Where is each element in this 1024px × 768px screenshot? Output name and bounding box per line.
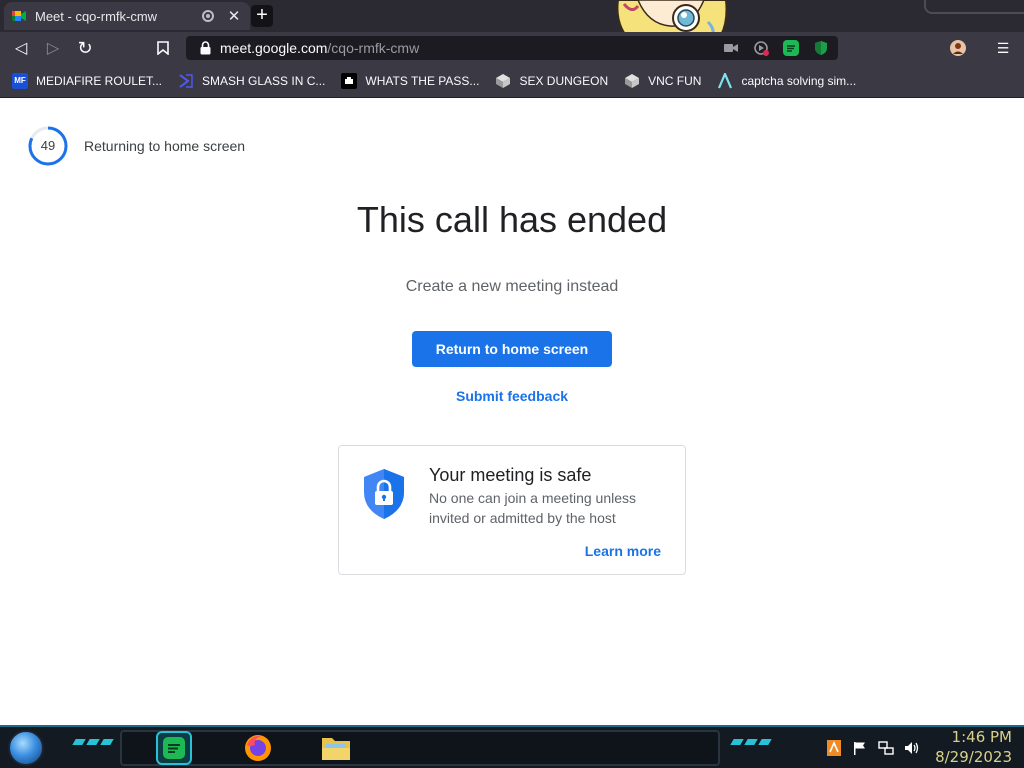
google-meet-favicon-icon [12, 9, 26, 23]
submit-feedback-link[interactable]: Submit feedback [412, 388, 612, 404]
bookmark-label: VNC FUN [648, 73, 702, 88]
reload-icon[interactable]: ↻ [72, 35, 98, 61]
taskbar-spotify[interactable] [156, 731, 192, 765]
mediafire-icon: MF [12, 72, 28, 89]
system-tray [826, 740, 920, 756]
shield-extension-icon[interactable] [812, 39, 830, 57]
safety-info-card: Your meeting is safe No one can join a m… [338, 445, 686, 575]
bookmark-label: WHATS THE PASS... [365, 73, 480, 88]
vnc-icon [495, 73, 511, 89]
taskbar-app-area [120, 730, 720, 766]
bookmarks-toolbar: MF MEDIAFIRE ROULET... SMASH GLASS IN C.… [0, 64, 1024, 98]
system-clock[interactable]: 1:46 PM 8/29/2023 [935, 727, 1012, 767]
taskbar-decoration [72, 739, 114, 747]
pass-icon [341, 72, 358, 89]
bookmark-label: SMASH GLASS IN C... [202, 73, 326, 88]
app-menu-icon[interactable]: ☰ [990, 35, 1016, 61]
new-tab-button[interactable]: + [251, 5, 273, 27]
folder-icon [322, 738, 350, 760]
bookmark-icon[interactable] [150, 35, 176, 61]
browser-nav-bar: ◁ ▷ ↻ meet.google.com/cqo-rmfk-cmw ☰ [0, 32, 1024, 64]
screen-share-icon[interactable] [752, 39, 770, 57]
learn-more-link[interactable]: Learn more [585, 543, 661, 559]
browser-tab-meet[interactable]: Meet - cqo-rmfk-cmw ✕ [4, 2, 250, 30]
page-title: This call has ended [356, 199, 668, 240]
bookmark-item[interactable]: MF MEDIAFIRE ROULET... [12, 72, 163, 89]
back-arrow-icon[interactable]: ◁ [8, 35, 34, 61]
taskbar-file-explorer[interactable] [318, 731, 354, 765]
bookmark-label: captcha solving sim... [741, 73, 857, 88]
countdown-ring: 49 [28, 126, 68, 166]
bookmark-item[interactable]: VNC FUN [624, 73, 701, 89]
url-path: /cqo-rmfk-cmw [327, 40, 420, 56]
clock-time: 1:46 PM [951, 728, 1012, 746]
security-shield-icon [364, 469, 404, 519]
captcha-icon [717, 72, 733, 89]
return-home-button[interactable]: Return to home screen [412, 331, 612, 367]
bookmark-label: MEDIAFIRE ROULET... [36, 73, 163, 88]
browser-tab-strip: Meet - cqo-rmfk-cmw ✕ + [0, 0, 1024, 62]
profile-avatar[interactable] [945, 35, 971, 61]
meet-page: 49 Returning to home screen This call ha… [0, 99, 1024, 725]
network-icon[interactable] [878, 740, 894, 756]
lock-icon[interactable] [200, 41, 211, 55]
tab-media-indicator-icon[interactable] [202, 10, 214, 22]
tab-close-icon[interactable]: ✕ [226, 7, 242, 25]
taskbar-firefox[interactable] [240, 731, 276, 765]
os-taskbar: 1:46 PM 8/29/2023 [0, 725, 1024, 768]
safety-card-body: No one can join a meeting unless invited… [429, 490, 637, 526]
url-host: meet.google.com [220, 40, 328, 56]
bookmark-item[interactable]: SMASH GLASS IN C... [178, 73, 325, 89]
bookmark-item[interactable]: WHATS THE PASS... [341, 72, 480, 89]
bookmark-label: SEX DUNGEON [519, 73, 609, 88]
flag-icon[interactable] [852, 740, 868, 756]
camera-permission-icon[interactable] [722, 39, 740, 57]
spotify-extension-icon[interactable] [782, 39, 800, 57]
smash-icon [178, 73, 194, 89]
page-subtitle: Create a new meeting instead [405, 278, 619, 295]
forward-arrow-icon[interactable]: ▷ [40, 35, 66, 61]
bookmark-item[interactable]: captcha solving sim... [717, 72, 857, 89]
countdown-value: 49 [40, 138, 56, 153]
clock-date: 8/29/2023 [935, 748, 1012, 766]
firefox-icon [245, 735, 271, 761]
taskbar-decoration [730, 739, 772, 747]
safety-card-title: Your meeting is safe [429, 465, 592, 485]
tray-app-icon[interactable] [826, 740, 842, 756]
bookmark-item[interactable]: SEX DUNGEON [495, 73, 608, 89]
titlebar-decoration [924, 0, 1024, 14]
tab-title: Meet - cqo-rmfk-cmw [35, 8, 158, 24]
vnc-icon [624, 73, 640, 89]
spotify-icon [163, 737, 185, 759]
volume-icon[interactable] [904, 740, 920, 756]
start-button[interactable] [8, 730, 44, 766]
address-bar[interactable]: meet.google.com/cqo-rmfk-cmw [186, 36, 838, 60]
countdown-label: Returning to home screen [84, 138, 246, 154]
